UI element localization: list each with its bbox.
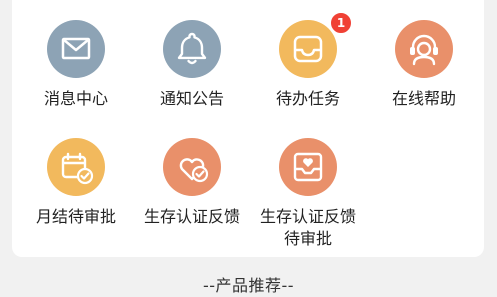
menu-item-label-line: 待审批 — [283, 229, 332, 248]
inbox-tray-icon — [279, 20, 337, 78]
heart-box-icon — [279, 138, 337, 196]
menu-item-label: 生存认证反馈 — [143, 207, 240, 226]
headset-agent-icon — [395, 20, 453, 78]
menu-item-label: 通知公告 — [159, 89, 224, 108]
calendar-check-icon — [47, 138, 105, 196]
notification-badge: 1 — [330, 12, 352, 34]
menu-item-online-help[interactable]: 在线帮助 — [366, 0, 482, 120]
menu-item-label: 在线帮助 — [391, 89, 456, 108]
menu-item-monthly-approval[interactable]: 月结待审批 — [18, 118, 134, 238]
menu-item-label: 消息中心 — [43, 89, 108, 108]
menu-item-survival-feedback[interactable]: 生存认证反馈 — [134, 118, 250, 238]
heart-check-icon — [163, 138, 221, 196]
menu-item-label: 生存认证反馈 待审批 — [250, 206, 366, 250]
menu-item-todo-tasks[interactable]: 1 待办任务 — [250, 0, 366, 120]
bell-icon — [163, 20, 221, 78]
envelope-icon — [47, 20, 105, 78]
quick-menu-card: 消息中心 通知公告 1 待办任务 在线帮助 月结待审批 生存认证反馈 生存认证反… — [12, 0, 484, 257]
menu-item-survival-feedback-approval[interactable]: 生存认证反馈 待审批 — [250, 118, 366, 248]
menu-item-label-line: 生存认证反馈 — [259, 207, 356, 226]
menu-item-label: 月结待审批 — [35, 207, 116, 226]
menu-item-label: 待办任务 — [275, 89, 340, 108]
menu-item-messages[interactable]: 消息中心 — [18, 0, 134, 120]
menu-item-announcements[interactable]: 通知公告 — [134, 0, 250, 120]
product-recommendation-heading: --产品推荐-- — [202, 276, 295, 295]
